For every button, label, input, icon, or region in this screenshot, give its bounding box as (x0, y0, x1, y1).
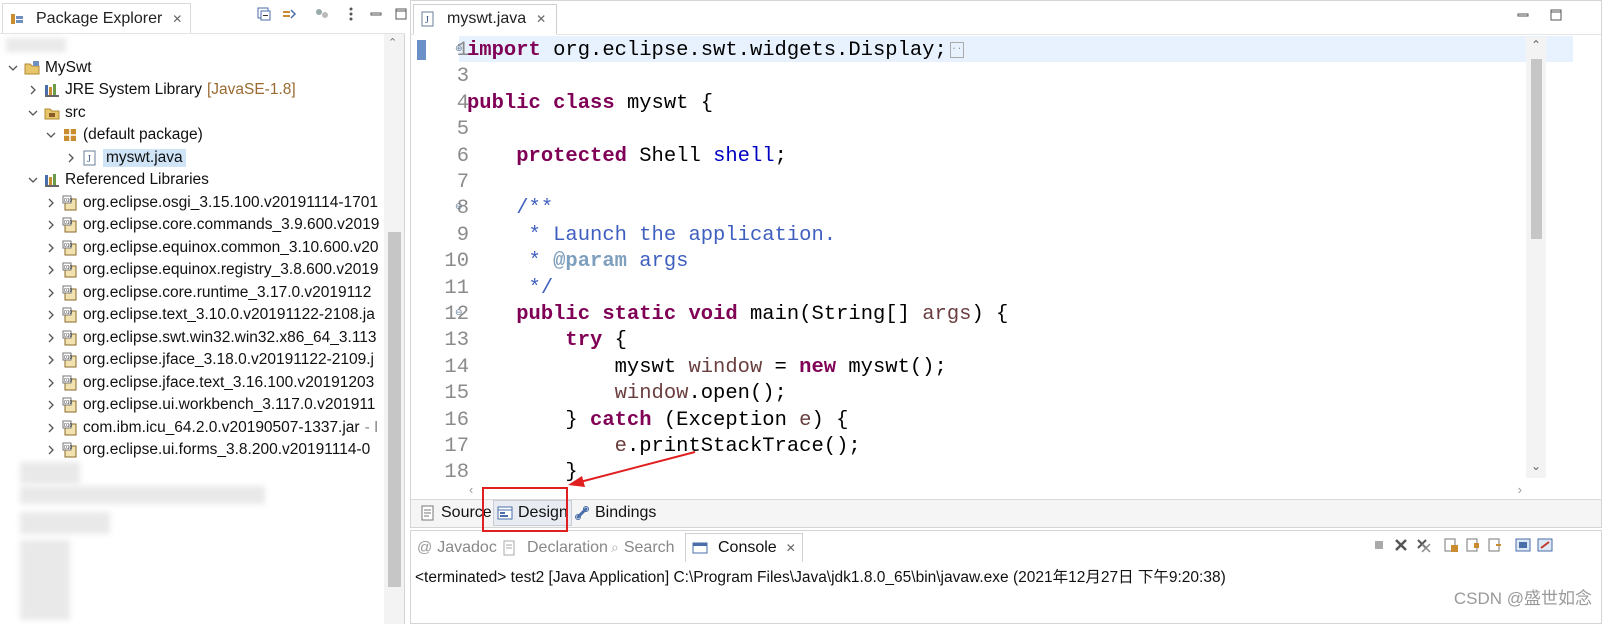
annotation-arrow (568, 451, 696, 487)
watermark: CSDN @盛世如念 (1453, 589, 1592, 608)
